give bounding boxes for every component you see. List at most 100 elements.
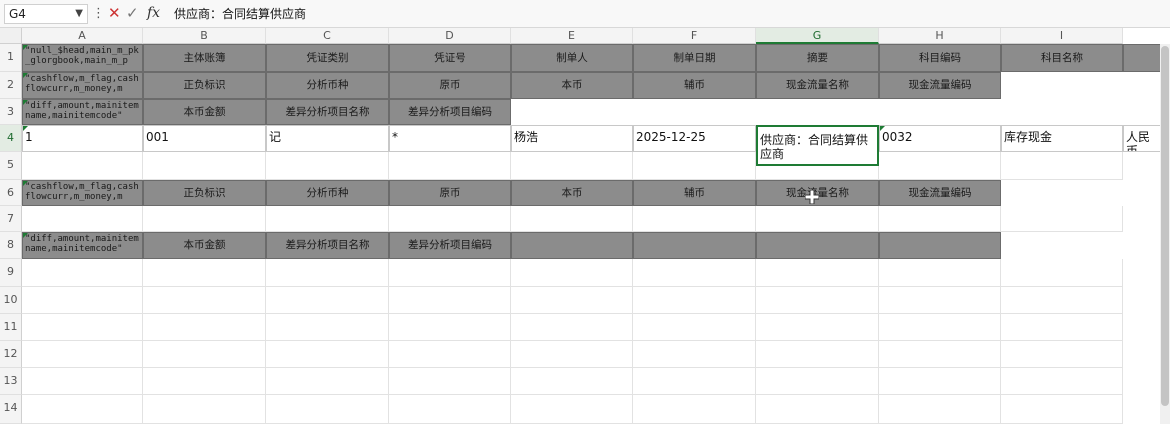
cell-f11[interactable]	[633, 314, 756, 341]
cell-h10[interactable]	[879, 287, 1001, 314]
cell-b4[interactable]: 001	[143, 125, 266, 152]
select-all-corner[interactable]	[0, 28, 22, 44]
cell-h1[interactable]: 科目编码	[879, 44, 1001, 72]
cell-a7[interactable]	[22, 206, 143, 232]
cell-f8[interactable]	[633, 232, 756, 259]
cell-i10[interactable]	[1001, 287, 1123, 314]
cell-c14[interactable]	[266, 395, 389, 424]
cell-g7[interactable]	[756, 206, 879, 232]
cell-g1[interactable]: 摘要	[756, 44, 879, 72]
cell-i11[interactable]	[1001, 314, 1123, 341]
cell-b1[interactable]: 主体账簿	[143, 44, 266, 72]
row-header-3[interactable]: 3	[0, 99, 22, 125]
cell-b10[interactable]	[143, 287, 266, 314]
cell-e1[interactable]: 制单人	[511, 44, 633, 72]
cell-b11[interactable]	[143, 314, 266, 341]
cell-e2[interactable]: 本币	[511, 72, 633, 99]
row-header-7[interactable]: 7	[0, 206, 22, 232]
cell-b2[interactable]: 正负标识	[143, 72, 266, 99]
column-header-c[interactable]: C	[266, 28, 389, 44]
cell-a11[interactable]	[22, 314, 143, 341]
cell-d8[interactable]: 差异分析项目编码	[389, 232, 511, 259]
cell-b9[interactable]	[143, 259, 266, 287]
cell-d4[interactable]: *	[389, 125, 511, 152]
row-header-13[interactable]: 13	[0, 368, 22, 395]
cell-a9[interactable]	[22, 259, 143, 287]
cell-b13[interactable]	[143, 368, 266, 395]
cell-d3[interactable]: 差异分析项目编码	[389, 99, 511, 125]
cell-j4[interactable]: 人民币	[1123, 125, 1163, 152]
cell-g8[interactable]	[756, 232, 879, 259]
row-header-9[interactable]: 9	[0, 259, 22, 287]
cell-f9[interactable]	[633, 259, 756, 287]
cell-g11[interactable]	[756, 314, 879, 341]
column-header-i[interactable]: I	[1001, 28, 1123, 44]
cell-d10[interactable]	[389, 287, 511, 314]
column-header-a[interactable]: A	[22, 28, 143, 44]
cell-b7[interactable]	[143, 206, 266, 232]
cell-b5[interactable]	[143, 152, 266, 180]
more-options-icon[interactable]: ⋮	[92, 4, 105, 24]
cell-a1[interactable]: "null_$head,main_m_pk_glorgbook,main_m_p	[22, 44, 143, 72]
cell-c6[interactable]: 分析币种	[266, 180, 389, 206]
cell-h5[interactable]	[879, 152, 1001, 180]
cell-a12[interactable]	[22, 341, 143, 368]
cell-e4[interactable]: 杨浩	[511, 125, 633, 152]
cell-h14[interactable]	[879, 395, 1001, 424]
insert-function-icon[interactable]: fx	[147, 3, 160, 23]
cell-d14[interactable]	[389, 395, 511, 424]
cancel-icon[interactable]: ✕	[108, 3, 121, 23]
cell-f4[interactable]: 2025-12-25	[633, 125, 756, 152]
cell-a4[interactable]: 1	[22, 125, 143, 152]
column-header-e[interactable]: E	[511, 28, 633, 44]
cell-h11[interactable]	[879, 314, 1001, 341]
cell-e11[interactable]	[511, 314, 633, 341]
cell-g13[interactable]	[756, 368, 879, 395]
formula-input[interactable]: 供应商：合同结算供应商	[168, 4, 1164, 24]
cell-h2[interactable]: 现金流量编码	[879, 72, 1001, 99]
cell-f6[interactable]: 辅币	[633, 180, 756, 206]
row-header-14[interactable]: 14	[0, 395, 22, 424]
cell-h7[interactable]	[879, 206, 1001, 232]
cell-d6[interactable]: 原币	[389, 180, 511, 206]
cell-h13[interactable]	[879, 368, 1001, 395]
cell-e12[interactable]	[511, 341, 633, 368]
cell-b12[interactable]	[143, 341, 266, 368]
cell-d13[interactable]	[389, 368, 511, 395]
row-header-6[interactable]: 6	[0, 180, 22, 206]
cell-g14[interactable]	[756, 395, 879, 424]
cell-c3[interactable]: 差异分析项目名称	[266, 99, 389, 125]
row-header-2[interactable]: 2	[0, 72, 22, 99]
cell-c12[interactable]	[266, 341, 389, 368]
cell-b8[interactable]: 本币金额	[143, 232, 266, 259]
cell-e5[interactable]	[511, 152, 633, 180]
cell-d12[interactable]	[389, 341, 511, 368]
cell-a14[interactable]	[22, 395, 143, 424]
cell-c11[interactable]	[266, 314, 389, 341]
cell-c9[interactable]	[266, 259, 389, 287]
cell-i14[interactable]	[1001, 395, 1123, 424]
column-header-f[interactable]: F	[633, 28, 756, 44]
cell-d5[interactable]	[389, 152, 511, 180]
name-box[interactable]: G4 ▼	[4, 4, 88, 24]
cell-d9[interactable]	[389, 259, 511, 287]
cell-b6[interactable]: 正负标识	[143, 180, 266, 206]
cell-i9[interactable]	[1001, 259, 1123, 287]
cell-f10[interactable]	[633, 287, 756, 314]
cell-b3[interactable]: 本币金额	[143, 99, 266, 125]
column-header-b[interactable]: B	[143, 28, 266, 44]
cell-h9[interactable]	[879, 259, 1001, 287]
row-header-12[interactable]: 12	[0, 341, 22, 368]
cell-c8[interactable]: 差异分析项目名称	[266, 232, 389, 259]
cell-e9[interactable]	[511, 259, 633, 287]
cell-g4[interactable]: 供应商：合同结算供应商	[756, 125, 879, 166]
cell-d11[interactable]	[389, 314, 511, 341]
cell-f1[interactable]: 制单日期	[633, 44, 756, 72]
row-header-4[interactable]: 4	[0, 125, 22, 152]
scrollbar-thumb[interactable]	[1161, 46, 1169, 406]
cell-d7[interactable]	[389, 206, 511, 232]
row-header-8[interactable]: 8	[0, 232, 22, 259]
cell-e7[interactable]	[511, 206, 633, 232]
cell-f7[interactable]	[633, 206, 756, 232]
cell-i7[interactable]	[1001, 206, 1123, 232]
